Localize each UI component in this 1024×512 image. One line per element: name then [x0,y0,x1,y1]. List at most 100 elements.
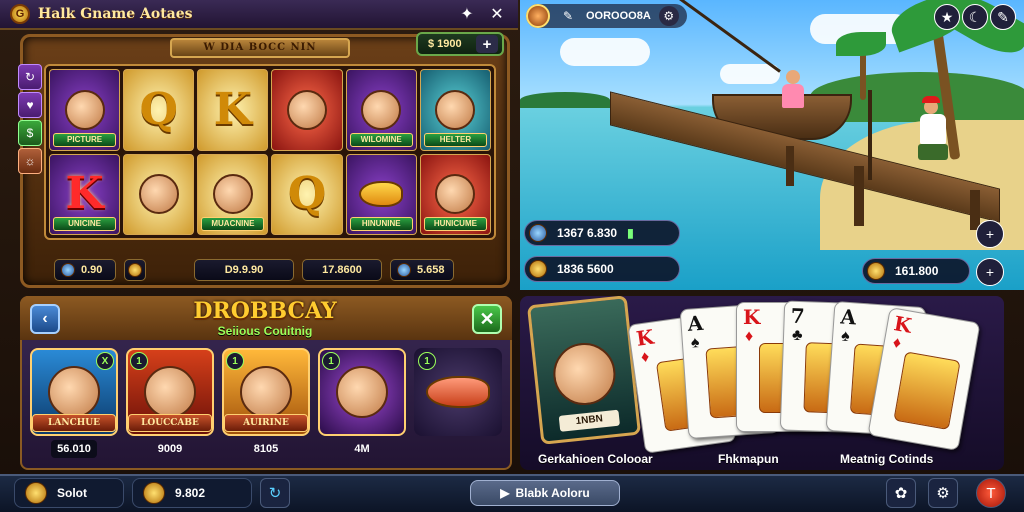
add-bait-button[interactable]: + [976,220,1004,248]
slot-banner: W DIA BOCC NIN [170,38,350,58]
reward-portrait [144,366,196,418]
symbol-tag: UNICINE [53,217,117,231]
hero-tag: 1NBN [558,409,621,432]
reward-card[interactable]: 1 LOUCCABE 9009 [126,348,214,464]
back-button[interactable]: ‹ [30,304,60,334]
win-chip: D9.9.90 [194,259,294,281]
score-counter: 1836 5600 [524,256,680,282]
slot-symbol: HELTER [419,69,491,151]
fish-symbol-icon [359,181,404,208]
autoplay-icon [128,263,142,277]
fisherman-body [782,84,804,108]
reel: K MUACNINE [197,69,269,235]
slot-mode-button[interactable]: Solot [14,478,124,508]
reward-price: 9009 [157,443,183,455]
bet-coin-icon [61,263,75,277]
card-suit-icon: ♦ [745,328,754,345]
reel: PICTURE K UNICINE [49,69,121,235]
theme-button[interactable]: ☾ [962,4,988,30]
catch-value: 1367 6.830 [557,226,618,240]
bet-chip[interactable]: 0.90 [54,259,116,281]
player-name: OOROOO8A [586,10,651,22]
caption-middle: Fhkmapun [718,452,779,466]
reward-card[interactable]: 1 AUIRINE 8105 [222,348,310,464]
blackjack-mode-label: Blabk Aoloru [515,486,590,500]
autoplay-chip[interactable] [124,259,146,281]
side-tab-spin-icon[interactable]: ☼ [18,148,42,174]
settings-icon[interactable]: ⚙ [658,6,679,26]
close-icon[interactable]: ✕ [486,3,508,25]
slot-symbol: K [197,69,269,151]
side-tab-recent-icon[interactable]: ↻ [18,64,42,90]
side-tab-favorite-icon[interactable]: ♥ [18,92,42,118]
pin-icon[interactable]: ✦ [456,3,478,25]
game-screen: G Halk Gname Aotaes ✦ ✕ W DIA BOCC NIN $… [0,0,1024,512]
slot-symbol: K UNICINE [49,153,121,235]
extra-icon [397,263,411,277]
dock-post [786,146,794,186]
add-coins-button[interactable]: + [976,258,1004,286]
card-artwork [893,351,961,431]
card-rank: A [839,304,857,330]
shop-icon[interactable]: T [976,478,1006,508]
symbol-tag: WILOMINE [349,132,413,147]
add-funds-button[interactable]: + [476,35,498,53]
fishing-rod [868,90,872,180]
symbol-tag: HINUNINE [349,217,413,231]
distant-island [520,92,610,108]
catch-icon [529,224,547,242]
share-icon[interactable]: ✿ [886,478,916,508]
hero-card[interactable]: 1NBN [526,295,642,445]
symbol-tag: PICTURE [53,132,117,147]
reward-label: LANCHUE [32,414,116,432]
letter-symbol: Q [287,168,327,220]
upgrade-icon: ▮ [627,226,634,240]
reward-badge: 1 [226,352,244,370]
coin-value: 161.800 [895,264,939,278]
fisherman-shorts [918,144,948,160]
reward-badge: 1 [130,352,148,370]
reel: Q [123,69,195,235]
hero-portrait [550,339,619,409]
card-suit-icon: ♦ [891,334,903,353]
symbol-tag: HELTER [423,132,487,147]
edit-icon[interactable]: ✎ [558,6,578,26]
reward-portrait [48,366,100,418]
side-tab-bonus-icon[interactable]: $ [18,120,42,146]
letter-symbol: Q [139,83,178,135]
reward-price: 4M [354,443,370,455]
slot-symbol [271,69,343,151]
settings-gear-icon[interactable]: ⚙ [928,478,958,508]
player-badge[interactable]: ✎ OOROOO8A ⚙ [526,4,687,28]
reward-portrait [336,366,388,418]
slot-symbol: WILOMINE [345,69,417,151]
reward-card[interactable]: 1 [414,348,502,464]
coin-icon [867,262,885,280]
character-portrait [287,89,328,130]
extra-chip[interactable]: 5.658 [390,259,454,281]
letter-symbol: K [65,168,104,220]
fish-icon [426,376,490,408]
favorite-button[interactable]: ★ [934,4,960,30]
refresh-icon[interactable]: ↻ [260,478,290,508]
reward-label: LOUCCABE [128,414,212,432]
blackjack-mode-button[interactable]: ▶ Blabk Aoloru [470,480,620,506]
cloud [560,38,650,66]
reward-card[interactable]: X LANCHUE 56.010 [30,348,118,464]
rewards-close-button[interactable]: ✕ [472,304,502,334]
slot-symbol: Q [271,153,343,235]
cards-icon: ▶ [500,486,510,500]
smiley-icon [25,482,47,504]
slot-symbol: Q [123,69,195,151]
card-suit-icon: ♣ [791,326,803,345]
card-suit-icon: ♠ [840,327,851,346]
caption-left: Gerkahioen Colooar [538,452,653,466]
score-value: 1836 5600 [557,262,614,276]
character-portrait [212,174,253,215]
reward-card[interactable]: 1 4M [318,348,406,464]
title-bar: G Halk Gname Aotaes ✦ ✕ [0,0,518,30]
palm-leaf [836,32,886,56]
reel: HELTER HUNICUME [419,69,491,235]
caption-right: Meatnig Cotinds [840,452,934,466]
edit-button[interactable]: ✎ [990,4,1016,30]
